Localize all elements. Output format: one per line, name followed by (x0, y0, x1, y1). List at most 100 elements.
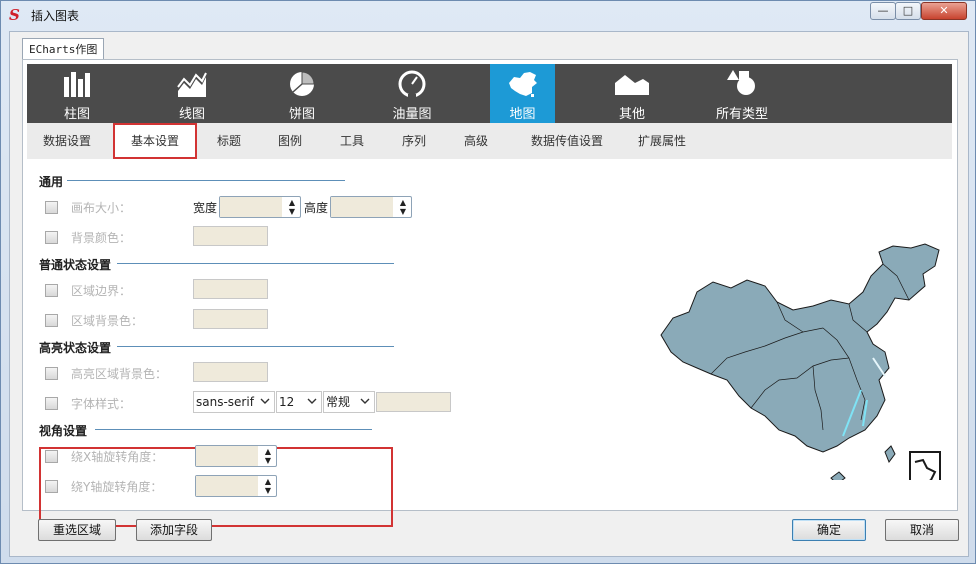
spin-up-icon[interactable]: ▲ (397, 198, 409, 207)
chart-type-other[interactable]: 其他 (582, 64, 682, 123)
title-bar[interactable]: S 插入图表 — □ ✕ (1, 1, 975, 29)
area-bg-checkbox[interactable] (45, 314, 58, 327)
chart-type-label: 线图 (178, 107, 205, 122)
window-title: 插入图表 (31, 9, 80, 23)
canvas-size-checkbox[interactable] (45, 201, 58, 214)
font-style-checkbox[interactable] (45, 397, 58, 410)
shapes-icon (727, 70, 755, 95)
tab-echarts[interactable]: ECharts作图 (22, 38, 105, 60)
section-divider (117, 263, 394, 264)
chart-type-line[interactable]: 线图 (137, 64, 247, 123)
font-family-value: sans-serif (196, 395, 254, 409)
section-title-general: 通用 (39, 175, 64, 189)
chart-type-bar[interactable]: 柱图 (27, 64, 127, 123)
area-border-checkbox[interactable] (45, 284, 58, 297)
highlight-bg-input[interactable] (193, 362, 268, 382)
add-field-button[interactable]: 添加字段 (136, 519, 212, 541)
chart-type-label: 地图 (509, 107, 536, 122)
chart-type-toolbar: 柱图 线图 饼图 油量图 地图 其他 所有类型 (27, 64, 952, 123)
highlight-bg-checkbox[interactable] (45, 367, 58, 380)
chart-type-label: 油量图 (392, 107, 432, 122)
spin-down-icon[interactable]: ▼ (262, 456, 274, 465)
area-border-label: 区域边界： (71, 284, 132, 298)
section-divider (67, 180, 345, 181)
bar-chart-icon (64, 72, 90, 97)
highlight-bg-label: 高亮区域背景色： (71, 367, 168, 381)
settings-subtabs: 数据设置 基本设置 标题 图例 工具 序列 高级 数据传值设置 扩展属性 (27, 123, 952, 159)
line-chart-icon (177, 72, 207, 97)
maximize-button[interactable]: □ (895, 2, 921, 20)
minimize-button[interactable]: — (870, 2, 896, 20)
y-rotation-input[interactable] (196, 476, 258, 496)
spin-down-icon[interactable]: ▼ (397, 207, 409, 216)
china-map-icon (508, 72, 537, 97)
height-spinner[interactable]: ▲ ▼ (330, 196, 412, 218)
tab-legend[interactable]: 图例 (263, 123, 317, 159)
bg-color-input[interactable] (193, 226, 268, 246)
chart-type-label: 其他 (618, 107, 645, 122)
spin-up-icon[interactable]: ▲ (262, 477, 274, 486)
map-preview (660, 243, 941, 480)
y-rotation-spinner[interactable]: ▲ ▼ (195, 475, 277, 497)
section-title-normal: 普通状态设置 (39, 258, 112, 272)
chart-type-gauge[interactable]: 油量图 (362, 64, 462, 123)
cancel-button[interactable]: 取消 (885, 519, 959, 541)
spin-down-icon[interactable]: ▼ (262, 486, 274, 495)
font-style-label: 字体样式： (71, 397, 132, 411)
width-input[interactable] (220, 197, 282, 217)
chevron-down-icon (260, 398, 270, 404)
dialog-client: ECharts作图 柱图 线图 饼图 油量图 地图 其他 所有类型 数据设置 基… (9, 31, 969, 557)
chart-type-all[interactable]: 所有类型 (692, 64, 792, 123)
x-rotation-checkbox[interactable] (45, 450, 58, 463)
dialog-window: S 插入图表 — □ ✕ ECharts作图 柱图 线图 饼图 油量图 地图 其… (0, 0, 976, 564)
chevron-down-icon (360, 398, 370, 404)
area-bg-label: 区域背景色： (71, 314, 144, 328)
tab-basic-settings[interactable]: 基本设置 (113, 123, 197, 159)
bg-color-checkbox[interactable] (45, 231, 58, 244)
tab-advanced[interactable]: 高级 (449, 123, 503, 159)
width-spinner[interactable]: ▲ ▼ (219, 196, 301, 218)
reselect-area-button[interactable]: 重选区域 (38, 519, 116, 541)
area-bg-input[interactable] (193, 309, 268, 329)
spin-up-icon[interactable]: ▲ (262, 447, 274, 456)
y-rotation-label: 绕Y轴旋转角度： (71, 480, 163, 494)
chart-type-pie[interactable]: 饼图 (252, 64, 352, 123)
ok-button[interactable]: 确定 (792, 519, 866, 541)
font-size-select[interactable]: 12 (276, 391, 322, 413)
chart-type-label: 所有类型 (715, 107, 768, 122)
tab-data-passing[interactable]: 数据传值设置 (517, 123, 617, 159)
bg-color-label: 背景颜色： (71, 231, 132, 245)
font-size-value: 12 (279, 395, 295, 409)
spin-up-icon[interactable]: ▲ (286, 198, 298, 207)
chart-settings-panel: 柱图 线图 饼图 油量图 地图 其他 所有类型 数据设置 基本设置 标题 图例 … (22, 59, 958, 527)
x-rotation-input[interactable] (196, 446, 258, 466)
font-weight-value: 常规 (326, 395, 351, 409)
canvas-size-label: 画布大小： (71, 201, 132, 215)
tab-title[interactable]: 标题 (203, 123, 255, 159)
chart-type-label: 柱图 (63, 107, 90, 122)
font-family-select[interactable]: sans-serif (193, 391, 275, 413)
tab-series[interactable]: 序列 (387, 123, 441, 159)
close-button[interactable]: ✕ (921, 2, 967, 20)
chart-type-label: 饼图 (288, 107, 315, 122)
height-label: 高度 (304, 201, 329, 215)
section-title-highlight: 高亮状态设置 (39, 341, 112, 355)
gauge-icon (398, 70, 426, 99)
y-rotation-checkbox[interactable] (45, 480, 58, 493)
tab-data-settings[interactable]: 数据设置 (27, 123, 107, 159)
area-border-input[interactable] (193, 279, 268, 299)
x-rotation-label: 绕X轴旋转角度： (71, 450, 164, 464)
app-logo-icon: S (9, 6, 20, 24)
area-chart-icon (615, 75, 649, 95)
tab-extended-props[interactable]: 扩展属性 (625, 123, 699, 159)
x-rotation-spinner[interactable]: ▲ ▼ (195, 445, 277, 467)
font-color-input[interactable] (376, 392, 451, 412)
chevron-down-icon (307, 398, 317, 404)
width-label: 宽度 (193, 201, 218, 215)
tab-tools[interactable]: 工具 (325, 123, 379, 159)
font-weight-select[interactable]: 常规 (323, 391, 375, 413)
height-input[interactable] (331, 197, 393, 217)
chart-type-map[interactable]: 地图 (490, 64, 555, 123)
section-divider (117, 346, 394, 347)
spin-down-icon[interactable]: ▼ (286, 207, 298, 216)
